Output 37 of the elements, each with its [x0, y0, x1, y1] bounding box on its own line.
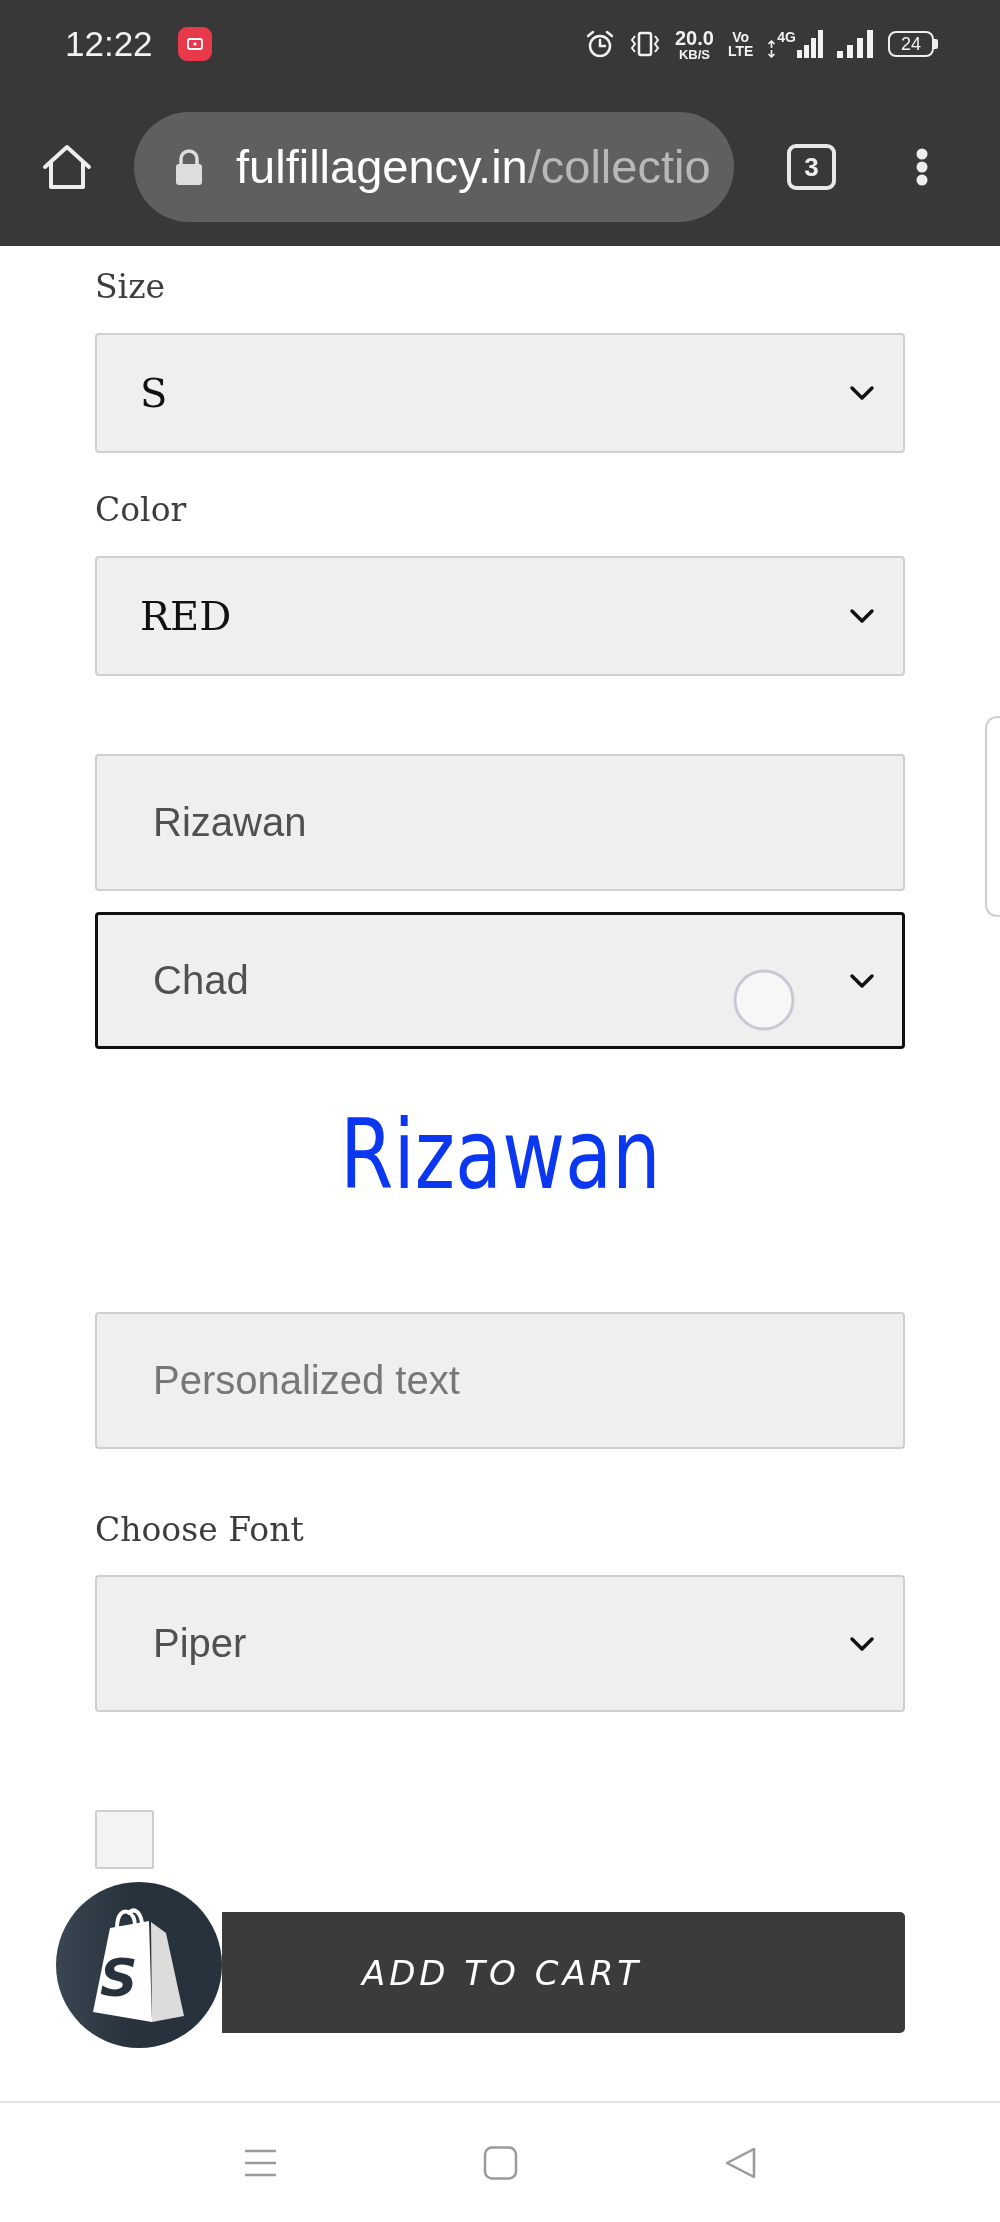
dropdown[interactable]: RED: [95, 556, 905, 676]
signal-icon: [837, 30, 874, 58]
field-label: Size: [95, 267, 166, 307]
chevron-down-icon: [849, 972, 875, 989]
signal-icon: [797, 30, 823, 58]
vibrate-icon: [628, 31, 661, 57]
field-label: Color: [95, 490, 187, 530]
volte-indicator: Vo LTE: [727, 30, 754, 58]
chevron-down-icon: [849, 608, 875, 624]
dropdown[interactable]: Chad: [95, 912, 905, 1049]
data-arrows-icon: [767, 40, 777, 58]
square-icon[interactable]: [482, 2145, 518, 2180]
tab-count-button[interactable]: 3: [787, 144, 836, 190]
checkbox[interactable]: [95, 1810, 154, 1869]
screen-record-icon: [177, 27, 212, 61]
alarm-clock-icon: [584, 29, 615, 59]
url-text: fulfillagency.in/collectio: [236, 139, 711, 195]
text-input[interactable]: Rizawan: [95, 754, 905, 891]
edge-tab[interactable]: [985, 716, 1000, 917]
address-bar[interactable]: fulfillagency.in/collectio: [134, 112, 734, 222]
dropdown[interactable]: S: [95, 333, 905, 453]
shopping-bag-icon: [93, 1908, 185, 2022]
clock-time: 12:22: [65, 24, 153, 64]
lock-icon: [173, 148, 205, 186]
chevron-down-icon: [849, 1635, 875, 1652]
battery-indicator: 24: [888, 31, 938, 57]
text-input[interactable]: Personalized text: [95, 1312, 905, 1449]
network-type: 4G: [777, 30, 796, 44]
dropdown[interactable]: Piper: [95, 1575, 905, 1712]
chevron-down-icon: [849, 385, 875, 401]
more-menu-icon[interactable]: [916, 148, 928, 186]
network-speed: 20.0 KB/S: [674, 27, 714, 61]
add-to-cart-button[interactable]: ADD TO CART: [222, 1912, 905, 2033]
store-floating-badge[interactable]: S: [56, 1882, 222, 2048]
home-icon[interactable]: [41, 143, 93, 191]
text-preview: Rizawan: [339, 1103, 661, 1209]
field-label: Choose Font: [95, 1510, 304, 1550]
